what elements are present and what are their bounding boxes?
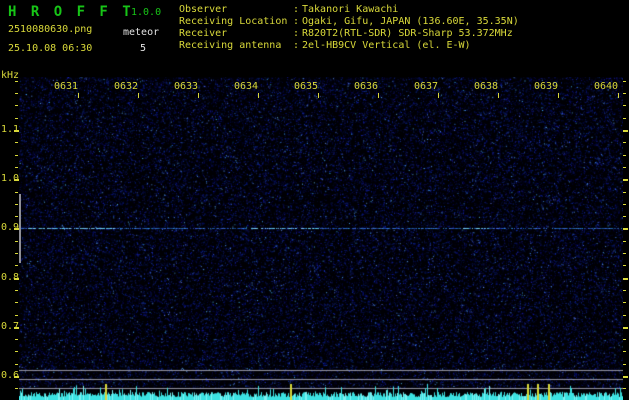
info-value: Takanori Kawachi bbox=[302, 4, 398, 15]
axis-tick bbox=[558, 93, 559, 98]
axis-tick bbox=[623, 278, 628, 280]
freq-tick-label: 0.7 bbox=[1, 322, 19, 332]
station-info-block: Observer: Takanori Kawachi Receiving Locat… bbox=[179, 4, 519, 52]
axis-tick bbox=[623, 105, 626, 106]
axis-tick bbox=[15, 81, 18, 82]
freq-tick-label: 1.0 bbox=[1, 174, 19, 184]
axis-tick bbox=[623, 142, 626, 143]
axis-tick bbox=[198, 93, 199, 98]
axis-tick bbox=[15, 142, 18, 143]
time-tick-label: 0636 bbox=[354, 82, 377, 92]
info-colon: : bbox=[293, 16, 302, 28]
axis-tick bbox=[618, 93, 619, 98]
axis-tick bbox=[15, 302, 18, 303]
mode-label: meteor bbox=[123, 27, 159, 38]
axis-tick bbox=[15, 351, 18, 352]
axis-tick bbox=[15, 364, 18, 365]
spectrogram-canvas bbox=[19, 77, 623, 400]
info-value: Ogaki, Gifu, JAPAN (136.60E, 35.35N) bbox=[302, 16, 519, 27]
hrofft-screenshot: H R O F F T 1.0.0 2510080630.png meteor … bbox=[0, 0, 629, 400]
band-indicator bbox=[19, 194, 21, 263]
info-colon: : bbox=[293, 40, 302, 52]
axis-tick bbox=[15, 315, 18, 316]
axis-tick bbox=[15, 93, 18, 94]
axis-tick bbox=[15, 241, 18, 242]
axis-tick bbox=[15, 253, 18, 254]
time-tick-label: 0639 bbox=[534, 82, 557, 92]
freq-axis-unit: kHz bbox=[1, 71, 19, 81]
info-label: Observer bbox=[179, 4, 293, 16]
axis-tick bbox=[623, 388, 626, 389]
axis-tick bbox=[15, 105, 18, 106]
info-row: Receiving Location: Ogaki, Gifu, JAPAN (1… bbox=[179, 16, 519, 28]
axis-tick bbox=[623, 290, 626, 291]
axis-tick bbox=[623, 253, 626, 254]
info-label: Receiver bbox=[179, 28, 293, 40]
time-tick-label: 0640 bbox=[594, 82, 617, 92]
time-tick-label: 0633 bbox=[174, 82, 197, 92]
axis-tick bbox=[623, 327, 628, 329]
axis-tick bbox=[78, 93, 79, 98]
time-tick-label: 0637 bbox=[414, 82, 437, 92]
axis-tick bbox=[623, 241, 626, 242]
axis-tick bbox=[15, 118, 18, 119]
axis-tick bbox=[623, 192, 626, 193]
info-colon: : bbox=[293, 4, 302, 16]
info-value: 2el-HB9CV Vertical (el. E-W) bbox=[302, 40, 471, 51]
axis-tick bbox=[15, 204, 18, 205]
axis-tick bbox=[15, 339, 18, 340]
axis-tick bbox=[15, 216, 18, 217]
freq-tick-label: 0.8 bbox=[1, 273, 19, 283]
axis-tick bbox=[438, 93, 439, 98]
axis-tick bbox=[378, 93, 379, 98]
meteor-count: 5 bbox=[140, 43, 146, 54]
observation-datetime: 25.10.08 06:30 bbox=[8, 43, 92, 54]
axis-tick bbox=[258, 93, 259, 98]
time-tick-label: 0638 bbox=[474, 82, 497, 92]
info-value: R820T2(RTL-SDR) SDR-Sharp 53.372MHz bbox=[302, 28, 513, 39]
axis-tick bbox=[623, 364, 626, 365]
info-colon: : bbox=[293, 28, 302, 40]
axis-tick bbox=[15, 290, 18, 291]
axis-tick bbox=[498, 93, 499, 98]
time-tick-label: 0632 bbox=[114, 82, 137, 92]
axis-tick bbox=[138, 93, 139, 98]
axis-tick bbox=[623, 81, 626, 82]
time-tick-label: 0631 bbox=[54, 82, 77, 92]
axis-tick bbox=[623, 315, 626, 316]
axis-tick bbox=[318, 93, 319, 98]
axis-tick bbox=[623, 216, 626, 217]
axis-tick bbox=[15, 388, 18, 389]
info-label: Receiving antenna bbox=[179, 40, 293, 52]
axis-tick bbox=[623, 339, 626, 340]
axis-tick bbox=[623, 118, 626, 119]
axis-tick bbox=[623, 204, 626, 205]
output-filename: 2510080630.png bbox=[8, 24, 92, 35]
app-version: 1.0.0 bbox=[131, 7, 161, 18]
axis-tick bbox=[623, 265, 626, 266]
axis-tick bbox=[15, 155, 18, 156]
info-label: Receiving Location bbox=[179, 16, 293, 28]
axis-tick bbox=[623, 167, 626, 168]
axis-tick bbox=[623, 179, 628, 181]
axis-tick bbox=[623, 93, 626, 94]
axis-tick bbox=[623, 351, 626, 352]
freq-tick-label: 0.6 bbox=[1, 371, 19, 381]
info-row: Receiver: R820T2(RTL-SDR) SDR-Sharp 53.37… bbox=[179, 28, 519, 40]
axis-tick bbox=[15, 265, 18, 266]
axis-tick bbox=[623, 376, 628, 378]
freq-tick-label: 0.9 bbox=[1, 223, 19, 233]
axis-tick bbox=[15, 167, 18, 168]
axis-tick bbox=[623, 228, 628, 230]
info-row: Receiving antenna:2el-HB9CV Vertical (el… bbox=[179, 40, 519, 52]
axis-tick bbox=[623, 302, 626, 303]
axis-tick bbox=[15, 192, 18, 193]
app-title: H R O F F T bbox=[8, 4, 134, 20]
info-row: Observer: Takanori Kawachi bbox=[179, 4, 519, 16]
axis-tick bbox=[623, 130, 628, 132]
time-tick-label: 0635 bbox=[294, 82, 317, 92]
freq-tick-label: 1.1 bbox=[1, 125, 19, 135]
axis-tick bbox=[623, 155, 626, 156]
time-tick-label: 0634 bbox=[234, 82, 257, 92]
